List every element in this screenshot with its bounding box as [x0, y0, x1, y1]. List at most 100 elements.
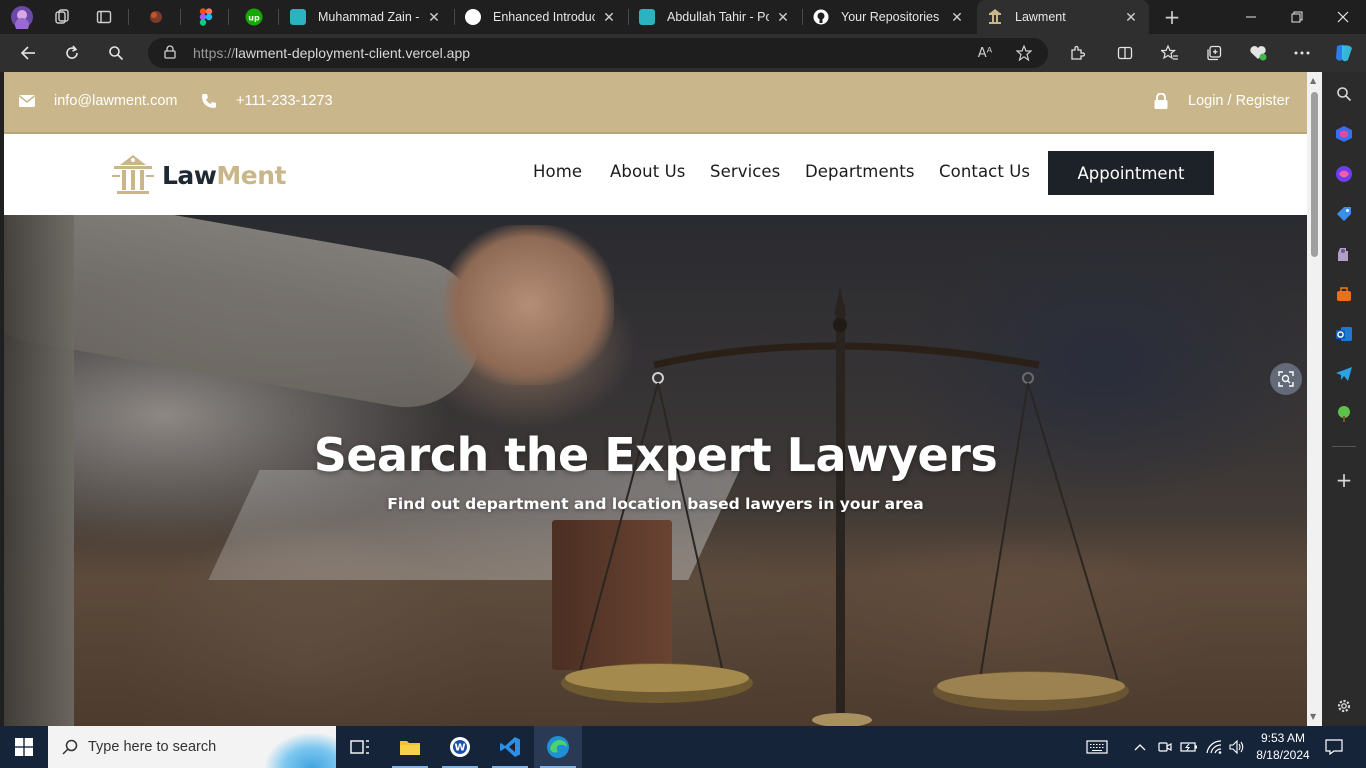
tab-favicon	[290, 9, 306, 25]
games-icon[interactable]	[1334, 244, 1354, 264]
url-text: https://lawment-deployment-client.vercel…	[193, 45, 470, 61]
nav-home[interactable]: Home	[533, 162, 582, 181]
tree-app-icon[interactable]	[1334, 404, 1354, 424]
sidebar-settings-gear-icon[interactable]	[1334, 696, 1354, 716]
visual-search-icon[interactable]	[1270, 363, 1302, 395]
tools-icon[interactable]	[1334, 284, 1354, 304]
search-icon	[62, 739, 78, 755]
file-explorer-icon[interactable]	[386, 726, 434, 768]
lock-icon	[1152, 93, 1170, 109]
tab-1[interactable]: Enhanced Introducti ✕	[455, 0, 627, 34]
tab-2[interactable]: Abdullah Tahir - Porf ✕	[629, 0, 801, 34]
favorites-icon[interactable]	[1158, 41, 1182, 65]
url-host: lawment-deployment-client.vercel.app	[235, 45, 471, 61]
search-highlight-image	[256, 726, 336, 768]
tab-3[interactable]: Your Repositories ✕	[803, 0, 975, 34]
search-placeholder: Type here to search	[88, 739, 217, 755]
page-scrollbar[interactable]: ▲ ▼	[1307, 72, 1322, 726]
url-prefix: https://	[193, 45, 236, 61]
show-hidden-icons-chevron-icon[interactable]	[1130, 726, 1150, 768]
hero-banner: Search the Expert Lawyers Find out depar…	[4, 215, 1307, 726]
scroll-down-arrow[interactable]: ▼	[1310, 712, 1316, 721]
task-view-icon[interactable]	[336, 726, 384, 768]
tab-favicon	[639, 9, 655, 25]
hero-title: Search the Expert Lawyers	[313, 428, 998, 482]
close-window-icon[interactable]	[1320, 0, 1366, 34]
upwork-icon[interactable]: up	[240, 4, 268, 30]
new-tab-icon[interactable]: +	[1160, 5, 1184, 29]
pillar-scale-logo-icon	[112, 155, 154, 194]
tab-title: Abdullah Tahir - Porf	[667, 10, 769, 24]
scroll-up-arrow[interactable]: ▲	[1310, 76, 1316, 85]
restore-icon[interactable]	[1274, 0, 1320, 34]
main-navbar: LawMent Home About Us Services Departmen…	[4, 132, 1307, 215]
browser-toolbar: https://lawment-deployment-client.vercel…	[0, 34, 1366, 72]
nav-contact-us[interactable]: Contact Us	[939, 162, 1030, 181]
outlook-icon[interactable]	[1334, 324, 1354, 344]
login-register-link[interactable]: Login / Register	[1152, 93, 1290, 109]
keyboard-icon[interactable]	[1080, 726, 1114, 768]
app-circle-icon[interactable]: W	[436, 726, 484, 768]
vscode-icon[interactable]	[486, 726, 534, 768]
webpage-viewport: info@lawment.com +111-233-1273 Login / R…	[4, 72, 1307, 726]
shopping-tag-icon[interactable]	[1334, 204, 1354, 224]
nav-departments[interactable]: Departments	[805, 162, 915, 181]
volume-icon[interactable]	[1226, 726, 1248, 768]
system-clock[interactable]: 9:53 AM 8/18/2024	[1250, 730, 1316, 764]
github-icon	[813, 9, 829, 25]
favorite-star-icon[interactable]	[1014, 43, 1034, 63]
wifi-icon[interactable]	[1203, 726, 1225, 768]
browser-essentials-icon[interactable]	[1246, 41, 1270, 65]
close-icon[interactable]: ✕	[426, 9, 442, 26]
figma-icon[interactable]	[192, 4, 220, 30]
collections-icon[interactable]	[1202, 41, 1226, 65]
telegram-icon[interactable]	[1334, 364, 1354, 384]
sidebar-search-icon[interactable]	[1334, 84, 1354, 104]
start-windows-icon[interactable]	[0, 726, 48, 768]
read-aloud-icon[interactable]: Aᴬ	[975, 43, 995, 63]
battery-icon[interactable]	[1178, 726, 1200, 768]
refresh-icon[interactable]	[60, 41, 84, 65]
add-sidebar-app-icon[interactable]: +	[1334, 468, 1354, 492]
email-text: info@lawment.com	[54, 93, 178, 109]
close-icon[interactable]: ✕	[601, 9, 617, 26]
back-icon[interactable]	[16, 41, 40, 65]
designer-icon[interactable]	[1334, 164, 1354, 184]
meet-now-icon[interactable]	[1154, 726, 1176, 768]
taskbar-search-box[interactable]: Type here to search	[48, 726, 336, 768]
close-icon[interactable]: ✕	[775, 9, 791, 26]
nav-services[interactable]: Services	[710, 162, 780, 181]
login-text: Login / Register	[1188, 93, 1290, 109]
workspaces-icon[interactable]	[48, 4, 76, 30]
copilot-sidebar-icon[interactable]	[1334, 124, 1354, 144]
tab-0[interactable]: Muhammad Zain - P ✕	[280, 0, 452, 34]
copilot-icon[interactable]	[1331, 40, 1357, 66]
pinned-tab-icon[interactable]	[142, 4, 170, 30]
tab-title: Enhanced Introducti	[493, 10, 595, 24]
nav-about-us[interactable]: About Us	[610, 162, 686, 181]
close-icon[interactable]: ✕	[949, 9, 965, 26]
more-options-icon[interactable]	[1290, 41, 1314, 65]
profile-avatar[interactable]	[8, 4, 36, 30]
email-contact[interactable]: info@lawment.com	[18, 93, 178, 109]
tab-4-active[interactable]: Lawment ✕	[977, 0, 1149, 34]
split-screen-icon[interactable]	[1113, 41, 1137, 65]
notifications-icon[interactable]	[1320, 726, 1348, 768]
appointment-button[interactable]: Appointment	[1048, 151, 1214, 195]
minimize-icon[interactable]	[1228, 0, 1274, 34]
logo-text-ment: Ment	[216, 160, 286, 190]
lawment-logo[interactable]: LawMent	[110, 152, 286, 198]
sidebar-divider	[1332, 446, 1356, 447]
edge-browser-icon[interactable]	[534, 726, 582, 768]
search-icon[interactable]	[104, 41, 128, 65]
scroll-thumb[interactable]	[1311, 92, 1318, 257]
tab-actions-icon[interactable]	[90, 4, 118, 30]
lock-icon	[164, 45, 176, 59]
logo-wordmark: LawMent	[162, 161, 286, 190]
windows-taskbar: Type here to search W 9:53 AM 8/18/2024	[0, 726, 1366, 768]
extensions-icon[interactable]	[1065, 41, 1089, 65]
close-icon[interactable]: ✕	[1123, 9, 1139, 26]
phone-contact[interactable]: +111-233-1273	[200, 93, 333, 109]
address-bar[interactable]: https://lawment-deployment-client.vercel…	[148, 38, 1048, 68]
tab-title: Your Repositories	[841, 10, 940, 24]
